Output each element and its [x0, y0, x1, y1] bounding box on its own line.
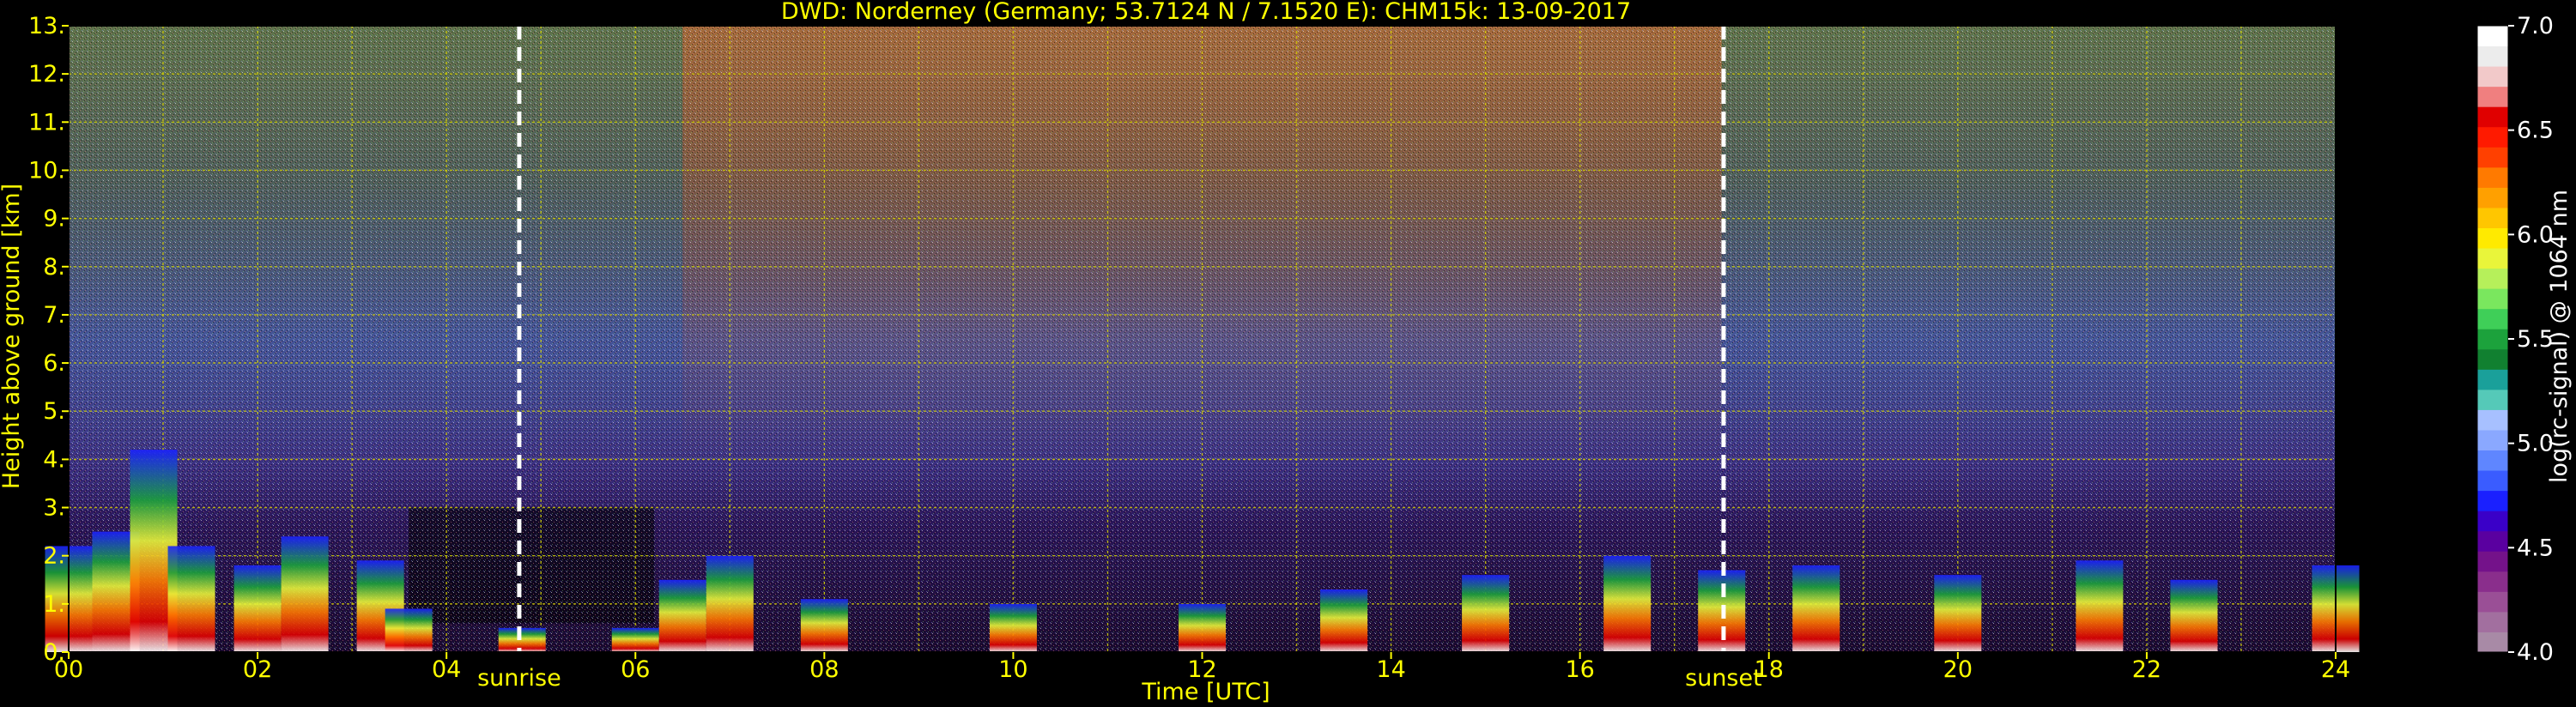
- backscatter-column: [706, 555, 754, 652]
- colorbar-segment: [2477, 530, 2508, 552]
- backscatter-column: [1934, 575, 1982, 652]
- backscatter-column: [233, 565, 282, 652]
- x-tick-label: 10: [998, 656, 1027, 683]
- colorbar-label: log(rc-signal) @ 1064 nm: [2546, 190, 2573, 483]
- colorbar-tick-label: 7.0: [2517, 13, 2554, 39]
- colorbar-segment: [2477, 429, 2508, 451]
- backscatter-column: [658, 579, 706, 652]
- colorbar-segment: [2477, 511, 2508, 532]
- sunrise-label: sunrise: [477, 665, 561, 692]
- colorbar-segment: [2477, 126, 2508, 148]
- backscatter-column: [1462, 575, 1510, 652]
- y-tick-label: 5.: [43, 398, 65, 425]
- y-tick-label: 7.: [43, 302, 65, 329]
- x-tick-label: 18: [1755, 656, 1784, 683]
- colorbar-segment: [2477, 268, 2508, 289]
- colorbar: 4.04.55.05.56.06.57.0: [2476, 13, 2554, 666]
- backscatter-column: [1320, 589, 1368, 652]
- y-tick-label: 1.: [43, 591, 65, 618]
- backscatter-column: [167, 546, 215, 652]
- colorbar-segment: [2477, 106, 2508, 128]
- chart-title: DWD: Norderney (Germany; 53.7124 N / 7.1…: [781, 0, 1631, 25]
- colorbar-segment: [2477, 389, 2508, 410]
- colorbar-segment: [2477, 308, 2508, 329]
- colorbar-segment: [2477, 288, 2508, 310]
- colorbar-tick-label: 4.0: [2517, 639, 2554, 666]
- colorbar-segment: [2477, 611, 2508, 632]
- lidar-ceilometer-chart: sunrise sunset 00 02 04 06 08 10 12 14 16 18 20 22 24…: [0, 0, 2573, 705]
- colorbar-segment: [2477, 409, 2508, 431]
- y-tick-label: 6.: [43, 350, 65, 377]
- backscatter-column: [498, 627, 546, 652]
- y-tick-label: 4.: [43, 446, 65, 473]
- sunset-label: sunset: [1685, 665, 1762, 692]
- colorbar-segment: [2477, 45, 2508, 67]
- colorbar-segment: [2477, 26, 2508, 47]
- colorbar-segment: [2477, 551, 2508, 572]
- colorbar-segment: [2477, 207, 2508, 228]
- x-tick-label: 16: [1565, 656, 1594, 683]
- colorbar-segment: [2477, 227, 2508, 249]
- y-tick-label: 2.: [43, 543, 65, 570]
- colorbar-segment: [2477, 450, 2508, 471]
- y-tick-label: 9.: [43, 206, 65, 233]
- colorbar-segment: [2477, 631, 2508, 653]
- colorbar-segment: [2477, 187, 2508, 208]
- colorbar-segment: [2477, 571, 2508, 592]
- y-tick-label: 3.: [43, 495, 65, 522]
- colorbar-segment: [2477, 248, 2508, 269]
- colorbar-segment: [2477, 66, 2508, 88]
- y-tick-label: 8.: [43, 254, 65, 281]
- x-tick-label: 02: [243, 656, 272, 683]
- y-tick-label: 0.: [43, 639, 65, 666]
- colorbar-segment: [2477, 348, 2508, 370]
- y-axis-label: Height above ground [km]: [0, 184, 25, 489]
- y-tick-label: 10.: [28, 157, 65, 184]
- colorbar-segment: [2477, 470, 2508, 492]
- colorbar-segment: [2477, 86, 2508, 107]
- backscatter-column: [2170, 579, 2218, 652]
- backscatter-column: [611, 627, 659, 652]
- backscatter-column: [989, 603, 1037, 652]
- colorbar-tick-label: 4.5: [2517, 535, 2554, 561]
- colorbar-segment: [2477, 490, 2508, 511]
- colorbar-segment: [2477, 166, 2508, 188]
- colorbar-segment: [2477, 591, 2508, 613]
- colorbar-segment: [2477, 369, 2508, 390]
- backscatter-column: [800, 599, 848, 652]
- x-tick-label: 24: [2321, 656, 2350, 683]
- backscatter-column: [281, 536, 329, 652]
- x-tick-label: 20: [1943, 656, 1973, 683]
- colorbar-tick-label: 6.5: [2517, 118, 2554, 144]
- x-tick-label: 06: [621, 656, 650, 683]
- backscatter-column: [1603, 555, 1652, 652]
- x-tick-label: 22: [2132, 656, 2161, 683]
- y-tick-label: 11.: [28, 109, 65, 136]
- x-axis-label: Time [UTC]: [1141, 679, 1270, 705]
- x-tick-label: 04: [432, 656, 461, 683]
- backscatter-column: [2076, 560, 2124, 652]
- backscatter-column: [1178, 603, 1227, 652]
- x-tick-label: 08: [809, 656, 839, 683]
- colorbar-segment: [2477, 147, 2508, 168]
- backscatter-column: [385, 608, 433, 652]
- y-tick-label: 13.: [28, 13, 65, 39]
- backscatter-column: [1792, 565, 1840, 652]
- y-tick-label: 12.: [28, 61, 65, 88]
- colorbar-segment: [2477, 329, 2508, 350]
- x-tick-label: 14: [1376, 656, 1405, 683]
